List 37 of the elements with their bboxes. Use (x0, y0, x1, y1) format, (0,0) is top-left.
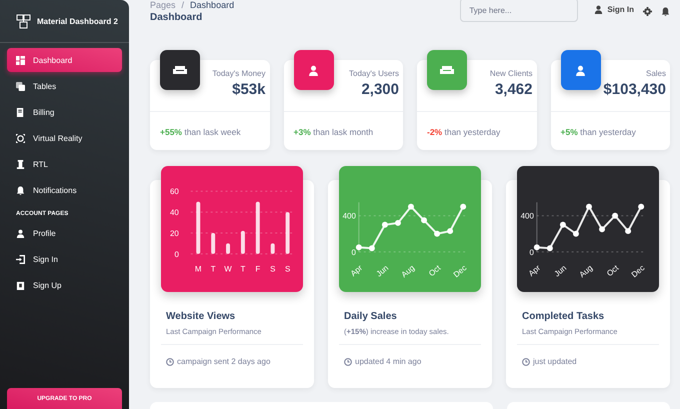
stat-value: 2,300 (360, 81, 399, 98)
axis-tick-label: 20 (170, 228, 179, 238)
chart-footer-text: updated 4 min ago (355, 357, 422, 366)
stat-change-text: -2% than yesterday (427, 126, 502, 137)
chart-title: Completed Tasks (521, 311, 606, 322)
stat-value: 3,462 (494, 81, 532, 98)
axis-tick-label: 400 (342, 212, 356, 221)
breadcrumb-current: Dashboard (190, 0, 234, 10)
brand-name: Material Dashboard 2 (37, 16, 118, 26)
stat-change-text: +3% than lask month (294, 126, 374, 137)
axis-tick-label: S (284, 264, 290, 274)
page-title: Dashboard (150, 12, 204, 23)
chart-footer-text: just updated (533, 357, 577, 366)
axis-tick-label: 0 (529, 248, 534, 257)
stat-label: Today's Users (349, 69, 399, 78)
stat-value: $53k (231, 81, 266, 98)
axis-tick-label: 400 (520, 212, 534, 221)
stat-value: $103,430 (603, 81, 666, 98)
axis-tick-label: M (194, 264, 202, 274)
axis-tick-label: 40 (170, 208, 179, 218)
stat-label: Today's Money (212, 69, 266, 78)
stat-change-text: +55% than lask week (160, 126, 242, 137)
axis-tick-label: W (224, 264, 232, 274)
chart-footer-text: campaign sent 2 days ago (177, 357, 270, 366)
chart-title: Daily Sales (343, 311, 398, 322)
axis-tick-label: T (240, 264, 246, 274)
axis-tick-label: T (210, 264, 216, 274)
chart-title: Website Views (165, 311, 236, 322)
axis-tick-label: F (255, 264, 260, 274)
axis-tick-label: 0 (351, 248, 356, 257)
axis-tick-label: 60 (170, 187, 179, 196)
breadcrumb-separator: / (182, 0, 184, 10)
stat-label: New Clients (490, 69, 532, 78)
stat-label: Sales (644, 69, 666, 78)
stat-change-text: +5% than yesterday (560, 126, 637, 137)
axis-tick-label: 0 (174, 250, 179, 259)
axis-tick-label: S (270, 264, 276, 274)
